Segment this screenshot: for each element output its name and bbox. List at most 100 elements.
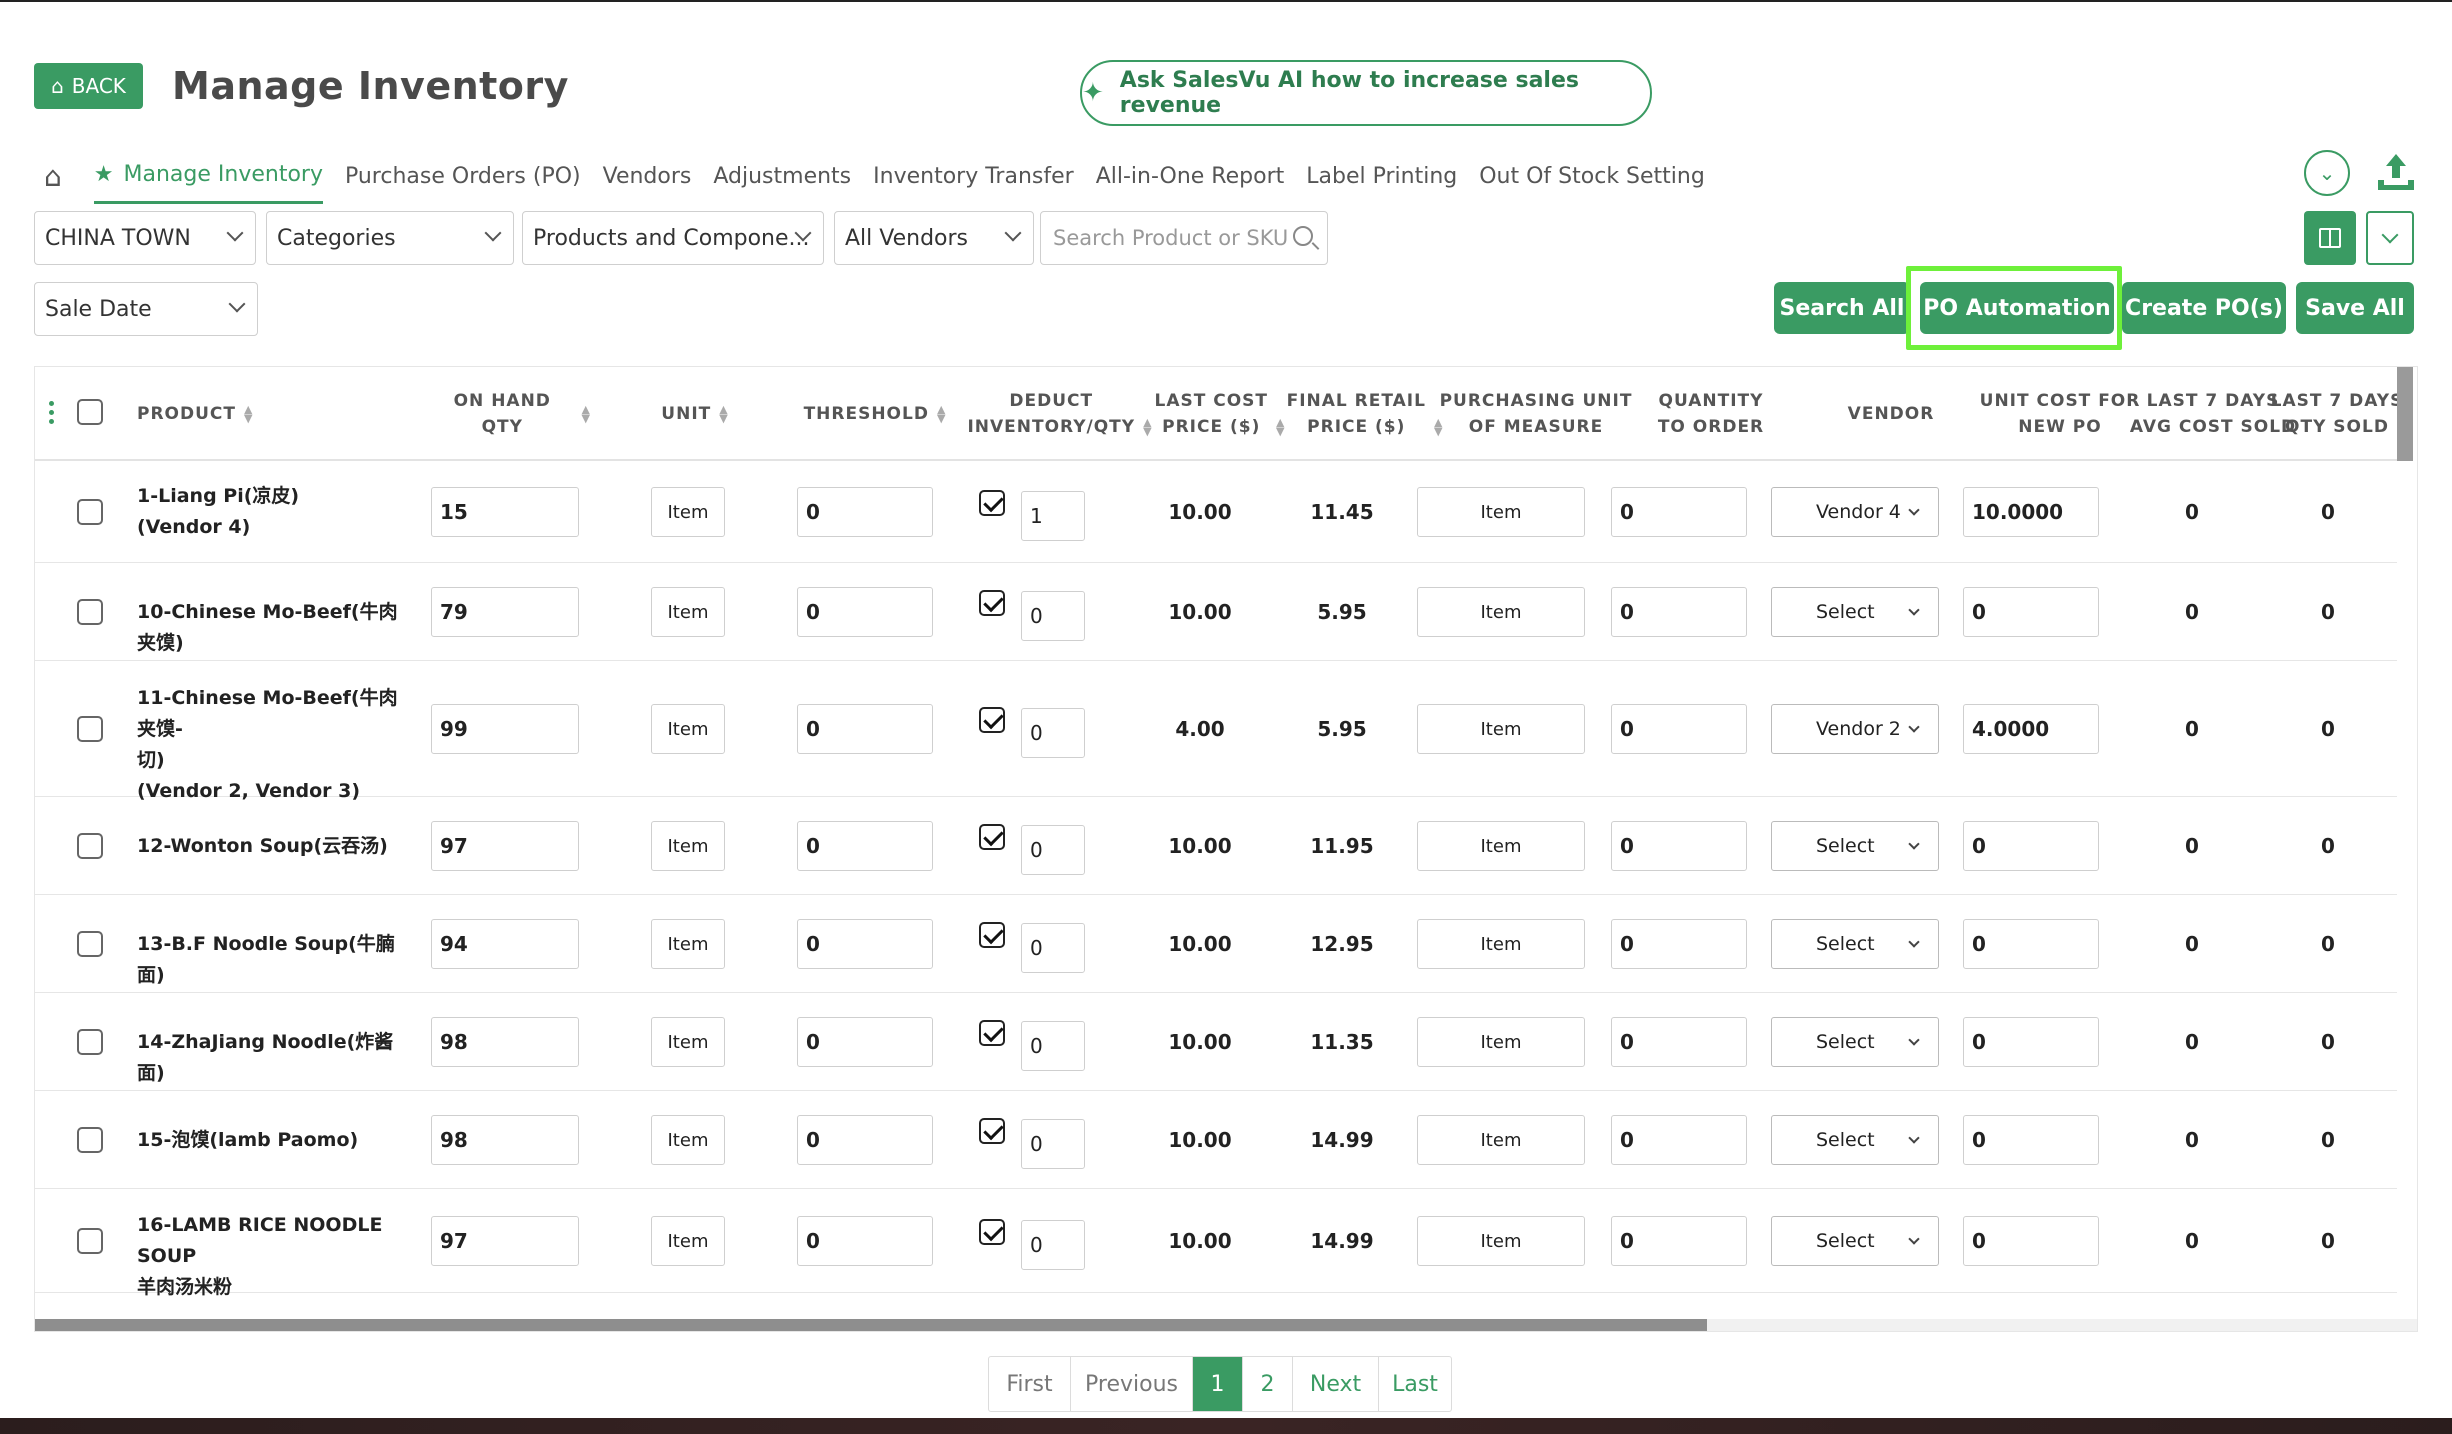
- deduct-inventory-checkbox[interactable]: [979, 707, 1005, 733]
- tab-all-in-one-report[interactable]: All-in-One Report: [1096, 150, 1285, 203]
- vendor-select[interactable]: Select: [1771, 587, 1939, 637]
- deduct-inventory-checkbox[interactable]: [979, 590, 1005, 616]
- unit-button[interactable]: Item: [651, 919, 725, 969]
- unit-button[interactable]: Item: [651, 1216, 725, 1266]
- tab-purchase-orders[interactable]: Purchase Orders (PO): [345, 150, 581, 203]
- on-hand-qty-input[interactable]: 98: [431, 1017, 579, 1067]
- quantity-to-order-input[interactable]: 0: [1611, 821, 1747, 871]
- on-hand-qty-input[interactable]: 94: [431, 919, 579, 969]
- row-checkbox[interactable]: [77, 599, 103, 625]
- save-all-button[interactable]: Save All: [2296, 282, 2414, 334]
- row-checkbox[interactable]: [77, 1127, 103, 1153]
- deduct-qty-input[interactable]: 1: [1021, 491, 1085, 541]
- deduct-inventory-checkbox[interactable]: [979, 1020, 1005, 1046]
- unit-cost-input[interactable]: 0: [1963, 1216, 2099, 1266]
- vendor-select[interactable]: Select: [1771, 1017, 1939, 1067]
- header-unit[interactable]: UNIT ▲ ▼: [635, 367, 755, 461]
- page-first[interactable]: First: [989, 1357, 1071, 1411]
- deduct-qty-input[interactable]: 0: [1021, 708, 1085, 758]
- unit-cost-input[interactable]: 0: [1963, 1115, 2099, 1165]
- quantity-to-order-input[interactable]: 0: [1611, 487, 1747, 537]
- search-all-button[interactable]: Search All: [1774, 282, 1910, 334]
- on-hand-qty-input[interactable]: 97: [431, 821, 579, 871]
- purchasing-unit-button[interactable]: Item: [1417, 821, 1585, 871]
- quantity-to-order-input[interactable]: 0: [1611, 587, 1747, 637]
- on-hand-qty-input[interactable]: 99: [431, 704, 579, 754]
- back-button[interactable]: ⌂ BACK: [34, 63, 143, 109]
- ask-ai-button[interactable]: ✦ Ask SalesVu AI how to increase sales r…: [1080, 60, 1652, 126]
- unit-button[interactable]: Item: [651, 587, 725, 637]
- tab-label-printing[interactable]: Label Printing: [1306, 150, 1457, 203]
- vendor-select[interactable]: Vendor 2: [1771, 704, 1939, 754]
- select-all-checkbox[interactable]: [77, 399, 103, 425]
- row-checkbox[interactable]: [77, 833, 103, 859]
- quantity-to-order-input[interactable]: 0: [1611, 1115, 1747, 1165]
- chevron-down-circle-icon[interactable]: ⌄: [2304, 150, 2350, 196]
- vendor-select[interactable]: Select: [1771, 821, 1939, 871]
- page-1[interactable]: 1: [1193, 1357, 1243, 1411]
- unit-cost-input[interactable]: 0: [1963, 587, 2099, 637]
- more-options-button[interactable]: [2366, 211, 2414, 265]
- row-checkbox[interactable]: [77, 931, 103, 957]
- purchasing-unit-button[interactable]: Item: [1417, 704, 1585, 754]
- on-hand-qty-input[interactable]: 15: [431, 487, 579, 537]
- deduct-inventory-checkbox[interactable]: [979, 1219, 1005, 1245]
- tab-inventory-transfer[interactable]: Inventory Transfer: [873, 150, 1074, 203]
- deduct-inventory-checkbox[interactable]: [979, 824, 1005, 850]
- header-product[interactable]: PRODUCT ▲ ▼: [137, 367, 317, 461]
- drag-handle-icon[interactable]: [49, 401, 55, 427]
- unit-cost-input[interactable]: 0: [1963, 821, 2099, 871]
- header-on-hand[interactable]: ON HAND QTY ▲ ▼: [431, 367, 591, 461]
- purchasing-unit-button[interactable]: Item: [1417, 1115, 1585, 1165]
- date-type-select[interactable]: Sale Date: [34, 282, 258, 336]
- vendor-select[interactable]: Select: [1771, 1216, 1939, 1266]
- deduct-qty-input[interactable]: 0: [1021, 1220, 1085, 1270]
- create-po-button[interactable]: Create PO(s): [2122, 282, 2286, 334]
- vendor-select[interactable]: Select: [1771, 1115, 1939, 1165]
- deduct-qty-input[interactable]: 0: [1021, 1021, 1085, 1071]
- threshold-input[interactable]: 0: [797, 1017, 933, 1067]
- unit-cost-input[interactable]: 0: [1963, 1017, 2099, 1067]
- page-next[interactable]: Next: [1293, 1357, 1379, 1411]
- unit-button[interactable]: Item: [651, 821, 725, 871]
- unit-button[interactable]: Item: [651, 1115, 725, 1165]
- vertical-scrollbar[interactable]: [2397, 367, 2413, 461]
- threshold-input[interactable]: 0: [797, 821, 933, 871]
- vendor-select[interactable]: Select: [1771, 919, 1939, 969]
- unit-button[interactable]: Item: [651, 1017, 725, 1067]
- on-hand-qty-input[interactable]: 97: [431, 1216, 579, 1266]
- upload-icon[interactable]: [2374, 150, 2418, 194]
- threshold-input[interactable]: 0: [797, 1115, 933, 1165]
- vendor-select[interactable]: Vendor 4: [1771, 487, 1939, 537]
- threshold-input[interactable]: 0: [797, 704, 933, 754]
- row-checkbox[interactable]: [77, 716, 103, 742]
- threshold-input[interactable]: 0: [797, 919, 933, 969]
- tab-manage-inventory[interactable]: ★ Manage Inventory: [93, 148, 323, 204]
- purchasing-unit-button[interactable]: Item: [1417, 587, 1585, 637]
- deduct-inventory-checkbox[interactable]: [979, 490, 1005, 516]
- threshold-input[interactable]: 0: [797, 1216, 933, 1266]
- unit-cost-input[interactable]: 10.0000: [1963, 487, 2099, 537]
- header-threshold[interactable]: THRESHOLD ▲ ▼: [795, 367, 955, 461]
- deduct-inventory-checkbox[interactable]: [979, 1118, 1005, 1144]
- row-checkbox[interactable]: [77, 1228, 103, 1254]
- page-previous[interactable]: Previous: [1071, 1357, 1193, 1411]
- row-checkbox[interactable]: [77, 1029, 103, 1055]
- tab-adjustments[interactable]: Adjustments: [713, 150, 851, 203]
- purchasing-unit-button[interactable]: Item: [1417, 919, 1585, 969]
- threshold-input[interactable]: 0: [797, 487, 933, 537]
- categories-select[interactable]: Categories: [266, 211, 514, 265]
- location-select[interactable]: CHINA TOWN: [34, 211, 256, 265]
- purchasing-unit-button[interactable]: Item: [1417, 1017, 1585, 1067]
- tab-out-of-stock-setting[interactable]: Out Of Stock Setting: [1479, 150, 1705, 203]
- deduct-qty-input[interactable]: 0: [1021, 825, 1085, 875]
- quantity-to-order-input[interactable]: 0: [1611, 704, 1747, 754]
- header-deduct[interactable]: DEDUCT INVENTORY/QTY ▲ ▼: [955, 367, 1165, 461]
- on-hand-qty-input[interactable]: 79: [431, 587, 579, 637]
- deduct-qty-input[interactable]: 0: [1021, 923, 1085, 973]
- purchasing-unit-button[interactable]: Item: [1417, 1216, 1585, 1266]
- deduct-qty-input[interactable]: 0: [1021, 1119, 1085, 1169]
- tab-vendors[interactable]: Vendors: [603, 150, 692, 203]
- quantity-to-order-input[interactable]: 0: [1611, 1216, 1747, 1266]
- quantity-to-order-input[interactable]: 0: [1611, 919, 1747, 969]
